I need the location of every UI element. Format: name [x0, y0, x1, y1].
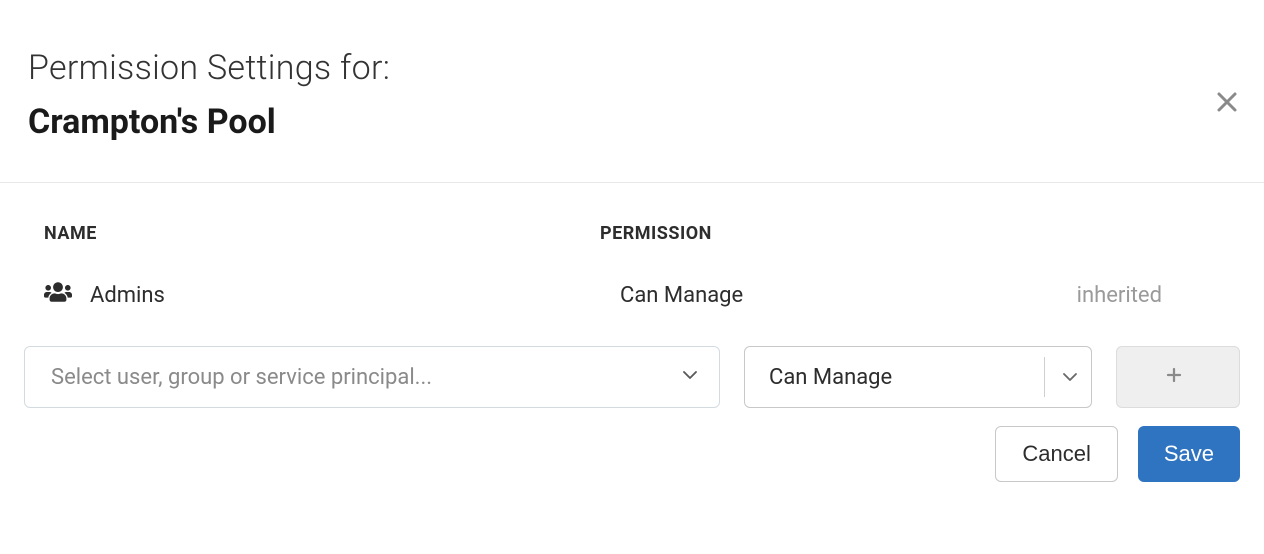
modal-header: Permission Settings for: Crampton's Pool: [0, 0, 1264, 182]
add-button[interactable]: [1116, 346, 1240, 408]
modal-title-prefix: Permission Settings for:: [28, 48, 1236, 88]
plus-icon: [1165, 364, 1183, 390]
modal-resource-name: Crampton's Pool: [28, 102, 1236, 142]
add-permission-form: Select user, group or service principal.…: [0, 346, 1264, 408]
table-header-row: NAME PERMISSION: [44, 223, 1220, 244]
principal-name-text: Admins: [90, 283, 165, 308]
close-button[interactable]: [1212, 88, 1242, 118]
close-icon: [1215, 90, 1239, 117]
principal-select[interactable]: Select user, group or service principal.…: [24, 346, 720, 408]
group-icon: [44, 280, 72, 310]
permission-level-selected: Can Manage: [769, 365, 892, 390]
cancel-button[interactable]: Cancel: [995, 426, 1117, 482]
permission-level-select[interactable]: Can Manage: [744, 346, 1092, 408]
table-row: Admins Can Manage inherited: [44, 280, 1220, 310]
column-header-name: NAME: [44, 223, 600, 244]
cell-status: inherited: [990, 283, 1220, 308]
cell-permission: Can Manage: [600, 283, 990, 308]
principal-select-placeholder: Select user, group or service principal.…: [51, 365, 432, 390]
column-header-permission: PERMISSION: [600, 223, 1220, 244]
chevron-down-icon: [1044, 357, 1079, 397]
modal-footer: Cancel Save: [0, 408, 1264, 482]
permission-settings-modal: Permission Settings for: Crampton's Pool…: [0, 0, 1264, 482]
permissions-table: NAME PERMISSION Admins Can Manage inheri…: [0, 183, 1264, 310]
save-button[interactable]: Save: [1138, 426, 1240, 482]
chevron-down-icon: [681, 365, 699, 390]
cell-principal: Admins: [44, 280, 600, 310]
